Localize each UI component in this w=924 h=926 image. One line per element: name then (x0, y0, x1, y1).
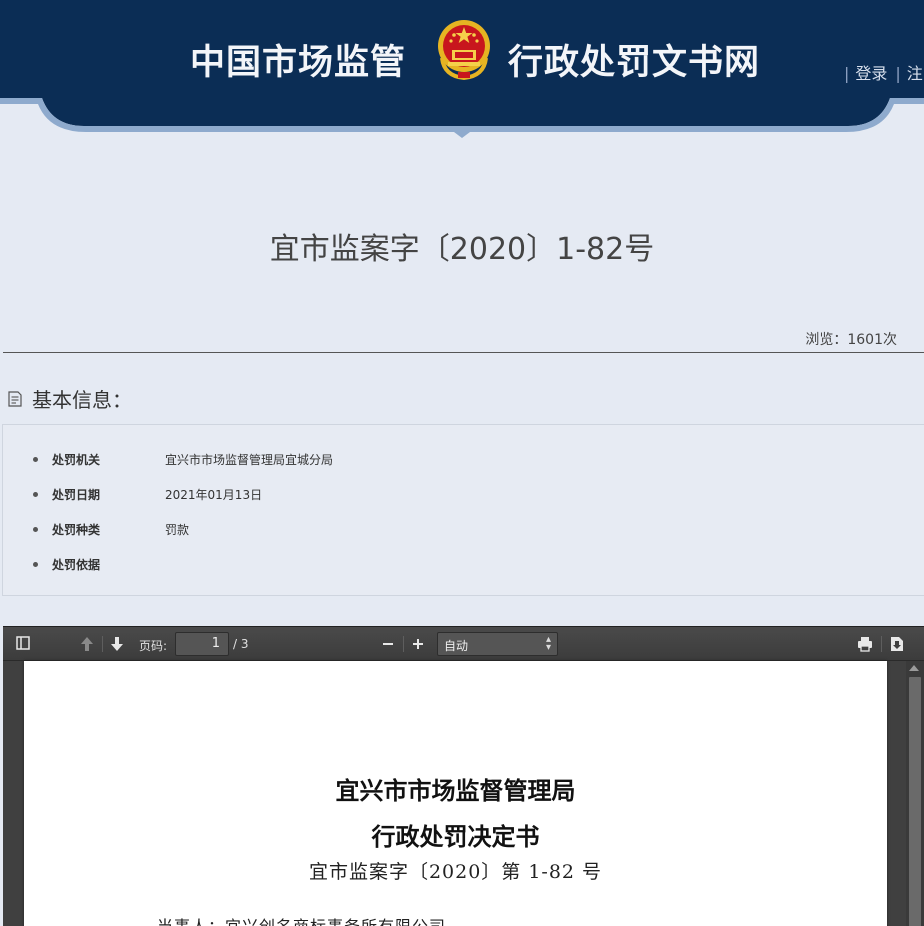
sidebar-toggle-icon[interactable] (16, 636, 30, 650)
pdf-heading-decision: 行政处罚决定书 (371, 823, 540, 851)
info-value: 2021年01月13日 (165, 487, 263, 502)
document-icon (8, 390, 22, 407)
zoom-select[interactable]: 自动 ▴ ▾ (437, 632, 558, 656)
site-header: 中国市场监管 行政处罚文书网 | 登录 | 注 (0, 0, 924, 140)
site-brand-left: 中国市场监管 (190, 43, 407, 83)
page-number-label: 页码: (139, 639, 168, 653)
info-value: 罚款 (165, 522, 190, 537)
pdf-party-line: 当事人：宜兴创名商标事务所有限公司 (157, 913, 446, 926)
section-heading-basic-info: 基本信息： (8, 384, 132, 413)
login-link[interactable]: 登录 (855, 64, 887, 83)
scroll-up-arrow-icon[interactable] (909, 665, 919, 671)
select-arrows-icon: ▴ ▾ (545, 634, 551, 653)
info-row-date: 处罚日期 2021年01月13日 (33, 484, 262, 504)
pdf-toolbar: 页码: 1 / 3 自动 ▴ ▾ (3, 627, 924, 661)
basic-info-panel: 处罚机关 宜兴市市场监督管理局宜城分局 处罚日期 2021年01月13日 处罚种… (2, 424, 924, 596)
toolbar-divider (881, 636, 882, 652)
zoom-select-value: 自动 (444, 639, 469, 653)
bullet (33, 491, 38, 497)
page-total: / 3 (233, 637, 249, 651)
national-emblem-icon (438, 20, 490, 80)
print-icon[interactable] (857, 636, 873, 652)
info-key: 处罚依据 (52, 557, 101, 572)
zoom-out-icon[interactable] (382, 636, 394, 652)
info-row-basis: 处罚依据 (33, 554, 165, 574)
info-key: 处罚日期 (52, 487, 101, 502)
info-row-type: 处罚种类 罚款 (33, 519, 189, 539)
view-count: 浏览：1601次 (805, 332, 897, 348)
next-page-icon[interactable] (110, 636, 124, 652)
bullet (33, 526, 38, 532)
toolbar-divider (102, 636, 103, 652)
previous-page-icon[interactable] (80, 636, 94, 652)
info-value: 宜兴市市场监督管理局宜城分局 (165, 452, 334, 467)
pdf-scrollbar[interactable] (906, 661, 924, 926)
page-title: 宜市监案字〔2020〕1-82号 (269, 232, 655, 267)
info-key: 处罚种类 (52, 522, 101, 537)
toolbar-divider (403, 636, 404, 652)
site-brand-right: 行政处罚文书网 (508, 43, 761, 83)
info-row-authority: 处罚机关 宜兴市市场监督管理局宜城分局 (33, 449, 333, 469)
info-key: 处罚机关 (52, 452, 101, 467)
scroll-thumb[interactable] (909, 677, 921, 926)
pdf-document-number: 宜市监案字〔2020〕第 1-82 号 (308, 861, 603, 883)
bullet (33, 456, 38, 462)
pdf-viewer: 页码: 1 / 3 自动 ▴ ▾ 宜兴市市场监督管理局 行政处罚决定书 宜市监案字… (3, 626, 924, 926)
pdf-heading-authority: 宜兴市市场监督管理局 (335, 777, 576, 805)
pdf-page: 宜兴市市场监督管理局 行政处罚决定书 宜市监案字〔2020〕第 1-82 号 当… (24, 661, 887, 926)
top-links: | 登录 | 注 (844, 64, 923, 83)
page-number-input[interactable]: 1 (175, 632, 229, 656)
download-icon[interactable] (890, 636, 904, 652)
title-divider (3, 352, 924, 353)
section-heading-label: 基本信息： (32, 388, 132, 412)
zoom-in-icon[interactable] (412, 636, 424, 652)
bullet (33, 561, 38, 567)
register-link[interactable]: 注 (907, 64, 923, 83)
